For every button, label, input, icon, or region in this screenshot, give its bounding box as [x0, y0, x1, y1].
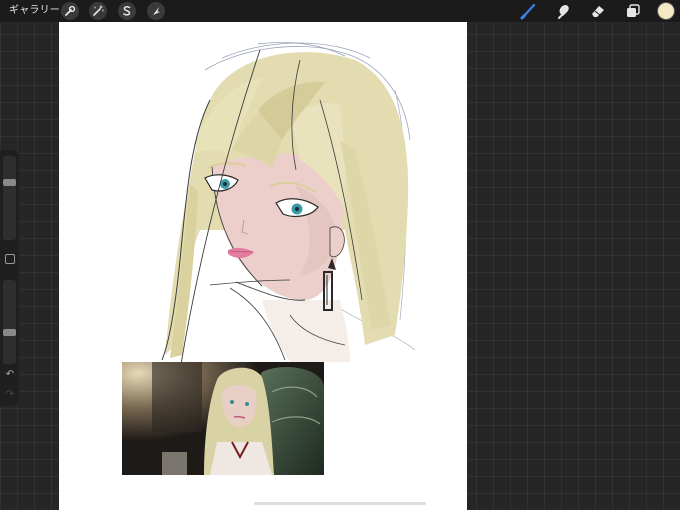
- selection-s-icon[interactable]: [118, 2, 136, 20]
- scroll-indicator: [254, 502, 426, 505]
- opacity-slider[interactable]: [3, 280, 16, 364]
- gallery-button[interactable]: ギャラリー: [9, 4, 60, 18]
- color-picker-button[interactable]: [658, 3, 674, 19]
- undo-icon[interactable]: ↶: [4, 370, 16, 380]
- brush-icon[interactable]: [520, 2, 538, 20]
- reference-picture: [122, 362, 324, 475]
- wrench-icon[interactable]: [61, 2, 79, 20]
- redo-icon[interactable]: ↷: [4, 390, 16, 400]
- reference-image[interactable]: [122, 362, 324, 475]
- square-icon[interactable]: [5, 254, 15, 264]
- sidebar: ↶ ↷: [0, 150, 19, 406]
- smudge-icon[interactable]: [555, 2, 573, 20]
- brush-size-slider[interactable]: [3, 156, 16, 240]
- eraser-icon[interactable]: [589, 2, 607, 20]
- magic-wand-icon[interactable]: [89, 2, 107, 20]
- layers-icon[interactable]: [624, 2, 642, 20]
- brush-size-handle[interactable]: [3, 179, 16, 186]
- top-toolbar: ギャラリー: [0, 0, 680, 22]
- opacity-handle[interactable]: [3, 329, 16, 336]
- arrow-cursor-icon[interactable]: [147, 2, 165, 20]
